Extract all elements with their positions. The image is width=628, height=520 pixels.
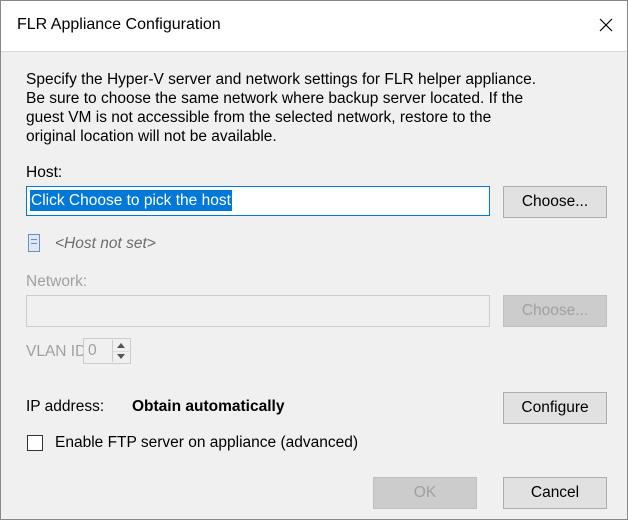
ftp-checkbox[interactable] — [27, 435, 43, 451]
ftp-checkbox-label[interactable]: Enable FTP server on appliance (advanced… — [55, 434, 358, 452]
close-icon — [599, 18, 613, 32]
ip-address-value: Obtain automatically — [132, 398, 285, 415]
host-input-selected-text: Click Choose to pick the host — [30, 190, 232, 211]
flr-appliance-dialog: FLR Appliance Configuration Specify the … — [0, 0, 628, 520]
vlan-decrement-button[interactable] — [113, 351, 129, 362]
ok-button[interactable]: OK — [373, 477, 477, 509]
dialog-body: Specify the Hyper-V server and network s… — [1, 52, 627, 519]
chevron-up-icon — [117, 343, 125, 348]
network-choose-button[interactable]: Choose... — [503, 295, 607, 327]
cancel-button[interactable]: Cancel — [503, 477, 607, 509]
ip-address-label: IP address: — [26, 398, 105, 415]
configure-ip-button[interactable]: Configure — [503, 392, 607, 424]
network-label: Network: — [26, 273, 88, 290]
host-label: Host: — [26, 164, 63, 181]
description-text: Specify the Hyper-V server and network s… — [26, 71, 537, 145]
vlan-label: VLAN ID: — [26, 343, 91, 360]
dialog-title: FLR Appliance Configuration — [17, 16, 221, 33]
chevron-down-icon — [117, 354, 125, 359]
vlan-id-value: 0 — [88, 342, 97, 359]
server-icon — [28, 234, 40, 252]
host-status-text: <Host not set> — [55, 235, 156, 252]
network-input[interactable] — [26, 295, 490, 327]
host-input[interactable]: Click Choose to pick the host — [26, 186, 490, 216]
host-choose-button[interactable]: Choose... — [503, 186, 607, 218]
vlan-id-stepper[interactable]: 0 — [83, 338, 131, 364]
close-button[interactable] — [592, 11, 620, 39]
vlan-spin-buttons[interactable] — [112, 340, 129, 362]
title-bar: FLR Appliance Configuration — [1, 1, 627, 52]
